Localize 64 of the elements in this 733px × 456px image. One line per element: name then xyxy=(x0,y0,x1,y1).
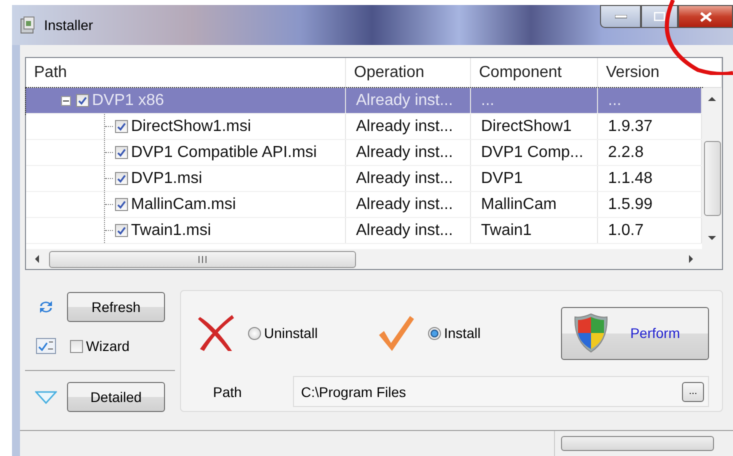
tree-row[interactable]: DVP1 Compatible API.msi Already inst... DVP1 Comp... 2.2.8 xyxy=(26,140,702,166)
scroll-up-icon[interactable] xyxy=(708,96,716,101)
window-title: Installer xyxy=(44,17,94,33)
table-cell: Already inst... xyxy=(346,192,471,217)
option-label: Uninstall xyxy=(264,325,318,341)
table-cell: Twain1 xyxy=(471,218,598,243)
checklist-icon xyxy=(36,338,56,354)
path-field[interactable]: C:\Program Files ... xyxy=(293,376,709,407)
wizard-label: Wizard xyxy=(86,338,130,354)
grip-icon xyxy=(198,256,207,262)
checkbox[interactable] xyxy=(70,340,83,352)
table-cell: ... xyxy=(471,88,598,113)
minimize-icon xyxy=(614,14,626,18)
tree-row[interactable]: Twain1.msi Already inst... Twain1 1.0.7 xyxy=(26,218,702,244)
close-icon xyxy=(700,12,712,22)
collapse-icon[interactable] xyxy=(61,96,71,106)
horizontal-scrollbar[interactable] xyxy=(26,249,722,269)
table-cell: DirectShow1 xyxy=(471,114,598,139)
tree-row[interactable]: DVP1.msi Already inst... DVP1 1.1.48 xyxy=(26,166,702,192)
detailed-button[interactable]: Detailed xyxy=(67,382,165,412)
radio-button[interactable]: Uninstall xyxy=(248,325,318,341)
scroll-right-icon[interactable] xyxy=(689,255,694,263)
radio-dot[interactable] xyxy=(248,326,261,340)
vertical-scrollbar[interactable] xyxy=(702,88,722,249)
check-icon xyxy=(376,313,416,353)
tree-row[interactable]: DirectShow1.msi Already inst... DirectShow1 1.9.37 xyxy=(26,114,702,140)
table-cell: Already inst... xyxy=(346,166,471,191)
table-cell: DVP1 xyxy=(471,166,598,191)
option-label: Install xyxy=(444,325,481,341)
tree-row[interactable]: MallinCam.msi Already inst... MallinCam 1.5.99 xyxy=(26,192,702,218)
table-cell: Already inst... xyxy=(346,88,471,113)
checkbox[interactable] xyxy=(76,94,89,107)
refresh-icon xyxy=(38,299,54,315)
close-button[interactable] xyxy=(678,5,733,28)
scroll-left-icon[interactable] xyxy=(34,255,39,263)
checkbox[interactable] xyxy=(115,198,128,211)
tree-item-label: DVP1 x86 xyxy=(92,90,164,110)
tree-item-label: MallinCam.msi xyxy=(131,194,236,214)
table-cell: Already inst... xyxy=(346,218,471,243)
tree-item-label: DVP1.msi xyxy=(131,168,202,188)
scroll-down-icon[interactable] xyxy=(708,236,716,241)
table-cell: Already inst... xyxy=(346,114,471,139)
installer-icon xyxy=(20,16,36,34)
perform-button[interactable]: Perform xyxy=(561,306,709,360)
checkbox[interactable] xyxy=(115,172,128,185)
checkbox[interactable] xyxy=(115,224,128,237)
refresh-button[interactable]: Refresh xyxy=(67,292,165,322)
checkbox[interactable] xyxy=(115,146,128,159)
tree-item-label: DVP1 Compatible API.msi xyxy=(131,142,317,162)
tree-item-label: DirectShow1.msi xyxy=(131,116,252,136)
shield-icon xyxy=(574,313,608,353)
table-cell: Already inst... xyxy=(346,140,471,165)
table-cell: DVP1 Comp... xyxy=(471,140,598,165)
radio-dot[interactable] xyxy=(428,326,441,340)
path-label: Path xyxy=(212,384,243,400)
maximize-icon xyxy=(654,12,665,21)
cross-icon xyxy=(196,313,236,353)
triangle-down-icon xyxy=(35,390,57,404)
table-cell: MallinCam xyxy=(471,192,598,217)
minimize-button[interactable] xyxy=(600,5,641,28)
checkbox[interactable] xyxy=(115,120,128,133)
tree-item-label: Twain1.msi xyxy=(131,220,212,240)
browse-button[interactable]: ... xyxy=(682,382,704,402)
radio-button[interactable]: Install xyxy=(428,325,481,341)
